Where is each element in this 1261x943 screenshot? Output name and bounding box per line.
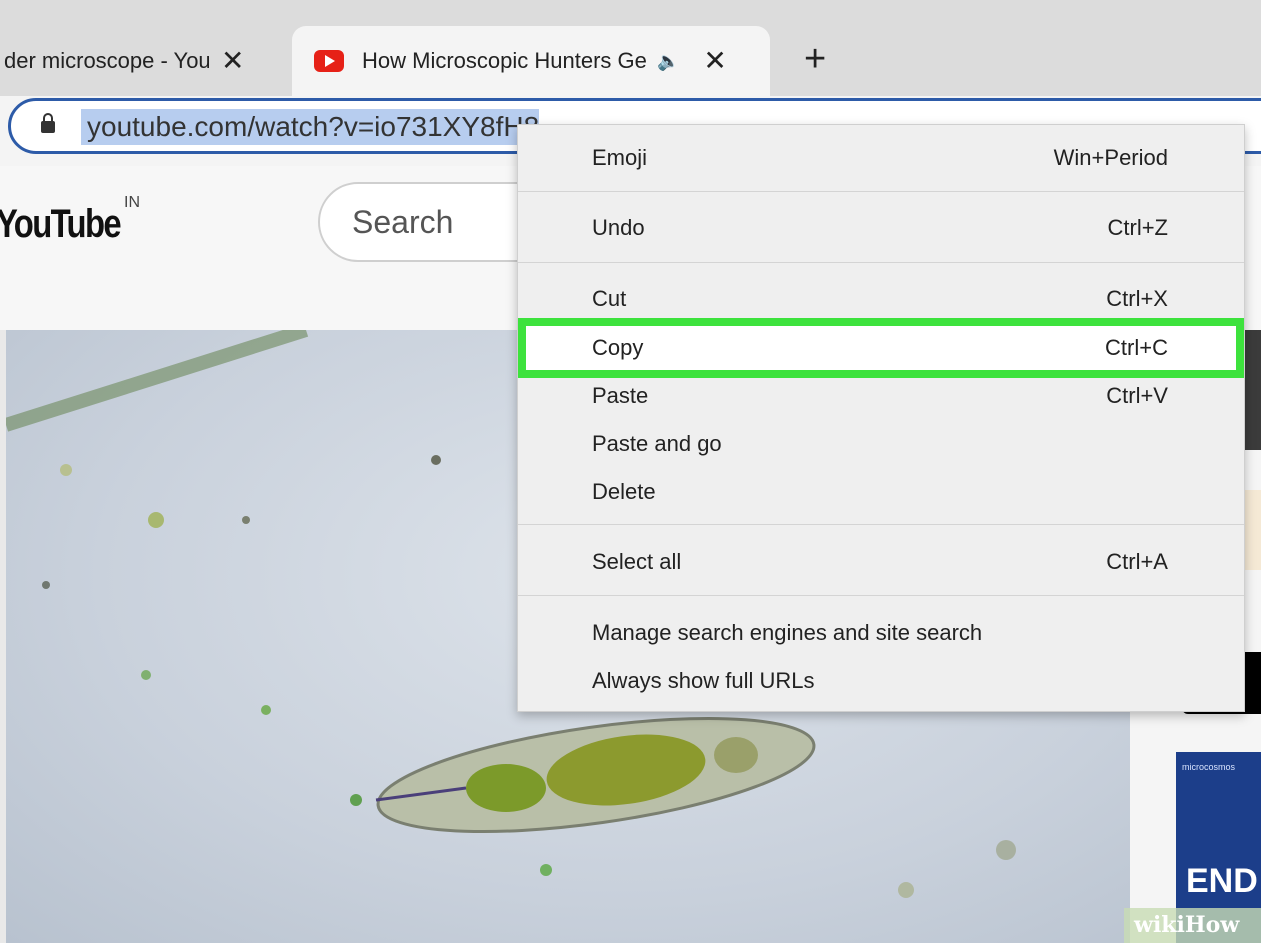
new-tab-button[interactable]: + xyxy=(804,40,826,78)
menu-item-label: Manage search engines and site search xyxy=(592,620,983,645)
search-placeholder: Search xyxy=(352,204,454,240)
menu-item-label: Emoji xyxy=(592,145,648,170)
menu-item-shortcut: Ctrl+V xyxy=(1106,383,1168,408)
tab-strip: der microscope - YouT ✕ How Microscopic … xyxy=(0,0,1261,96)
menu-item-shortcut: Win+Period xyxy=(1053,145,1168,170)
tab-active[interactable]: How Microscopic Hunters Get 🔈 ✕ xyxy=(292,26,770,96)
thumbnail-text: END xyxy=(1186,862,1258,900)
region-badge: IN xyxy=(124,194,140,211)
menu-item-emoji[interactable]: Emoji Win+Period xyxy=(518,135,1244,183)
menu-item-label: Delete xyxy=(592,479,656,504)
speaker-icon[interactable]: 🔈 xyxy=(657,51,679,72)
menu-separator xyxy=(518,262,1244,263)
menu-item-shortcut: Ctrl+A xyxy=(1106,549,1168,574)
menu-item-copy[interactable]: Copy Ctrl+C xyxy=(518,325,1244,373)
menu-item-manage-search-engines[interactable]: Manage search engines and site search xyxy=(518,610,1244,658)
menu-item-label: Cut xyxy=(592,286,627,311)
menu-item-always-show-full-urls[interactable]: Always show full URLs xyxy=(518,658,1244,706)
youtube-icon xyxy=(314,50,344,72)
menu-item-cut[interactable]: Cut Ctrl+X xyxy=(518,276,1244,324)
menu-item-delete[interactable]: Delete xyxy=(518,469,1244,517)
close-icon[interactable]: ✕ xyxy=(703,47,726,75)
menu-item-undo[interactable]: Undo Ctrl+Z xyxy=(518,205,1244,253)
menu-item-label: Always show full URLs xyxy=(592,668,815,693)
tab-title: How Microscopic Hunters Get xyxy=(362,48,647,73)
url-text[interactable]: youtube.com/watch?v=io731XY8fH8 xyxy=(81,109,539,145)
menu-item-paste[interactable]: Paste Ctrl+V xyxy=(518,373,1244,421)
menu-item-shortcut: Ctrl+X xyxy=(1106,286,1168,311)
tab-previous[interactable]: der microscope - YouT ✕ xyxy=(0,26,280,96)
watermark: wikiHow xyxy=(1124,908,1261,943)
menu-item-label: Copy xyxy=(592,335,644,360)
menu-item-paste-and-go[interactable]: Paste and go xyxy=(518,421,1244,469)
lock-icon[interactable] xyxy=(41,113,55,133)
menu-separator xyxy=(518,595,1244,596)
close-icon[interactable]: ✕ xyxy=(221,47,244,75)
context-menu: Emoji Win+Period Undo Ctrl+Z Cut Ctrl+X … xyxy=(517,124,1245,712)
menu-item-select-all[interactable]: Select all Ctrl+A xyxy=(518,539,1244,587)
menu-separator xyxy=(518,191,1244,192)
menu-separator xyxy=(518,524,1244,525)
menu-item-label: Paste xyxy=(592,383,649,408)
menu-item-shortcut: Ctrl+Z xyxy=(1107,215,1169,240)
thumbnail-brand: microcosmos xyxy=(1182,762,1236,772)
tab-title: der microscope - YouT xyxy=(4,48,209,73)
menu-item-label: Select all xyxy=(592,549,682,574)
browser-window: der microscope - YouT ✕ How Microscopic … xyxy=(0,0,1261,943)
menu-item-label: Paste and go xyxy=(592,431,722,456)
menu-item-label: Undo xyxy=(592,215,645,240)
youtube-logo[interactable]: YouTube xyxy=(0,202,122,247)
menu-item-shortcut: Ctrl+C xyxy=(1105,335,1168,360)
